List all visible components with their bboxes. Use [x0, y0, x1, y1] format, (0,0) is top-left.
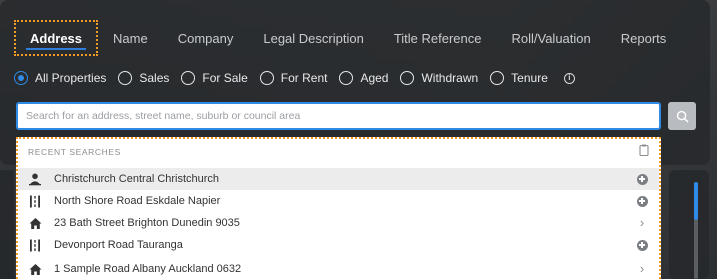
add-icon[interactable]: [635, 194, 649, 208]
filter-label: All Properties: [35, 71, 107, 85]
road-icon: [28, 238, 42, 252]
radio-icon: [490, 71, 505, 85]
filter-label: Sales: [139, 71, 170, 85]
tab-roll-valuation[interactable]: Roll/Valuation: [496, 20, 605, 56]
recent-search-item[interactable]: Christchurch Central Christchurch: [18, 168, 659, 190]
filter-for-rent[interactable]: For Rent: [259, 71, 328, 85]
recent-search-label: Devonport Road Tauranga: [54, 239, 183, 251]
filter-label: Withdrawn: [421, 71, 479, 85]
recent-search-item[interactable]: Devonport Road Tauranga: [18, 234, 659, 256]
property-filter-group: All Properties Sales For Sale For Rent A…: [14, 68, 575, 88]
recent-searches-dropdown: RECENT SEARCHES Christchurch Central Chr…: [16, 137, 661, 279]
road-icon: [28, 194, 42, 208]
tab-reports[interactable]: Reports: [606, 20, 682, 56]
recent-search-item[interactable]: 1 Sample Road Albany Auckland 0632 ›: [18, 258, 659, 279]
clear-history-icon[interactable]: [639, 143, 649, 161]
filter-withdrawn[interactable]: Withdrawn: [400, 71, 478, 85]
filter-sales[interactable]: Sales: [118, 71, 169, 85]
info-icon[interactable]: i: [563, 72, 575, 84]
house-icon: [28, 262, 42, 276]
radio-selected-icon: [14, 71, 28, 85]
search-button[interactable]: [668, 102, 696, 130]
search-type-tabs: Address Name Company Legal Description T…: [14, 18, 681, 58]
house-icon: [28, 216, 42, 230]
radio-icon: [400, 71, 415, 85]
tab-name[interactable]: Name: [98, 20, 163, 56]
filter-label: For Sale: [202, 71, 248, 85]
chevron-right-icon[interactable]: ›: [635, 262, 649, 276]
recent-search-label: 1 Sample Road Albany Auckland 0632: [54, 263, 242, 275]
filter-tenure[interactable]: Tenure: [490, 71, 548, 85]
filter-all-properties[interactable]: All Properties: [14, 71, 106, 85]
filter-for-sale[interactable]: For Sale: [181, 71, 248, 85]
filter-label: Aged: [360, 71, 389, 85]
tab-address[interactable]: Address: [14, 20, 99, 56]
scrollbar-thumb[interactable]: [694, 182, 698, 220]
radio-icon: [339, 71, 354, 85]
tab-title-reference[interactable]: Title Reference: [379, 20, 497, 56]
radio-icon: [118, 71, 133, 85]
left-edge-panel: [0, 170, 14, 279]
radio-icon: [259, 71, 274, 85]
filter-label: For Rent: [280, 71, 328, 85]
add-icon[interactable]: [635, 238, 649, 252]
radio-icon: [181, 71, 196, 85]
recent-search-label: Christchurch Central Christchurch: [54, 173, 220, 185]
recent-search-label: 23 Bath Street Brighton Dunedin 9035: [54, 217, 240, 229]
recent-search-item[interactable]: 23 Bath Street Brighton Dunedin 9035 ›: [18, 212, 659, 234]
add-icon[interactable]: [635, 172, 649, 186]
search-icon: [676, 110, 688, 122]
person-location-icon: [28, 172, 42, 186]
tab-legal-description[interactable]: Legal Description: [248, 20, 378, 56]
address-search-field[interactable]: [16, 102, 661, 130]
filter-label: Tenure: [511, 71, 548, 85]
chevron-right-icon[interactable]: ›: [635, 216, 649, 230]
recent-search-label: North Shore Road Eskdale Napier: [54, 195, 221, 207]
recent-search-item[interactable]: North Shore Road Eskdale Napier: [18, 190, 659, 212]
recent-searches-heading: RECENT SEARCHES: [28, 147, 121, 157]
filter-aged[interactable]: Aged: [339, 71, 388, 85]
search-input[interactable]: [26, 110, 659, 122]
right-side-panel: [669, 170, 709, 279]
tab-company[interactable]: Company: [163, 20, 249, 56]
